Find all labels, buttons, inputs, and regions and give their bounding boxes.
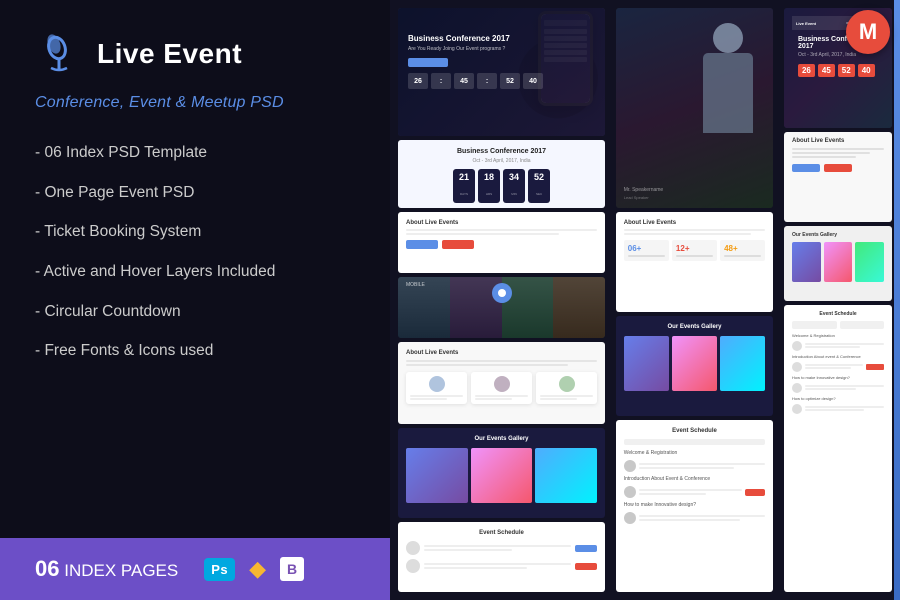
preview-col-2: Mr. Speakername Lead Speaker About Live … (616, 8, 774, 592)
logo-area: Live Event (35, 30, 355, 78)
speaker-card-3 (536, 372, 597, 404)
index-count: 06 INDEX PAGES (35, 556, 178, 582)
col-sep-2 (777, 8, 780, 592)
cd-min: 52 (500, 73, 520, 89)
accent-stripe (894, 0, 900, 600)
screen-about-sm: About Live Events (398, 212, 605, 273)
screen-schedule-2: Event Schedule Welcome & Registration In… (616, 420, 774, 592)
gallery-img-1 (406, 448, 468, 503)
photoshop-icon: Ps (204, 558, 235, 581)
screen-right-about: About Live Events (784, 132, 892, 222)
about-register-btn[interactable] (792, 164, 820, 172)
gallery-img-2 (471, 448, 533, 503)
countdown-row: 26 : 45 : 52 40 (408, 73, 595, 89)
feature-6: - Free Fonts & Icons used (35, 340, 355, 362)
screen-gallery-2: Our Events Gallery (616, 316, 774, 416)
rs-register-btn[interactable] (866, 364, 884, 370)
cd-days: 26 (408, 73, 428, 89)
screen-speakers: About Live Events (398, 342, 605, 425)
cd-hours: 45 (454, 73, 474, 89)
feature-1: - 06 Index PSD Template (35, 142, 355, 164)
screen-gallery: Our Events Gallery (398, 428, 605, 518)
tool-icons: Ps ◆ B (204, 556, 304, 582)
gallery-img-3 (535, 448, 597, 503)
screen-mobile-section: MOBILE (398, 277, 605, 337)
register-btn[interactable] (406, 240, 438, 249)
screen-about-cards: About Live Events 06+ 12+ 48+ (616, 212, 774, 312)
app-title: Live Event (97, 38, 242, 70)
speaker-card-1 (406, 372, 467, 404)
hero-sub-sm: Are You Ready Joing Our Event programs ? (408, 46, 595, 52)
app-subtitle: Conference, Event & Meetup PSD (35, 94, 355, 112)
envato-badge: M (846, 10, 890, 54)
schedule-register-btn[interactable] (745, 489, 765, 496)
feature-4: - Active and Hover Layers Included (35, 261, 355, 283)
bottom-bar: 06 INDEX PAGES Ps ◆ B (0, 538, 390, 600)
cd-sep: : (431, 73, 451, 89)
rg-img-1 (792, 242, 821, 282)
envato-icon: M (859, 21, 877, 43)
feature-5: - Circular Countdown (35, 301, 355, 323)
about-title-sm: About Live Events (406, 220, 597, 226)
rg-img-3 (855, 242, 884, 282)
mobile-indicator (492, 283, 512, 303)
conf-title-sm: Business Conference 2017 (406, 148, 597, 155)
schedule-btn-2[interactable] (575, 563, 597, 570)
col-sep-1 (609, 8, 612, 592)
features-list: - 06 Index PSD Template - One Page Event… (35, 142, 355, 362)
gallery-grid (406, 448, 597, 503)
sketch-icon: ◆ (249, 556, 266, 582)
preview-col-1: Live Events Business Conference 2017 Are… (398, 8, 605, 592)
about-tickets-btn[interactable] (824, 164, 852, 172)
feature-3: - Ticket Booking System (35, 221, 355, 243)
preview-col-3: Live Event Business Conference 2017 Oct … (784, 8, 892, 592)
screen-countdown: Business Conference 2017 Oct - 3rd April… (398, 140, 605, 208)
schedule-btn-1[interactable] (575, 545, 597, 552)
rg-img-2 (824, 242, 853, 282)
conf-date-sm: Oct - 3rd April, 2017, India (406, 158, 597, 164)
speaker-card-2 (471, 372, 532, 404)
right-panel: M Live Events Business Confere (390, 0, 900, 600)
screen-conf-photo: Mr. Speakername Lead Speaker (616, 8, 774, 208)
screen-right-gallery: Our Events Gallery (784, 226, 892, 301)
right-countdown: 26 45 52 40 (798, 64, 878, 77)
screen-right-schedule: Event Schedule Welcome & Registration In… (784, 305, 892, 592)
cd-sep2: : (477, 73, 497, 89)
screen-hero: Live Events Business Conference 2017 Are… (398, 8, 605, 136)
microphone-icon (35, 30, 83, 78)
gallery-title: Our Events Gallery (406, 436, 597, 442)
left-panel: Live Event Conference, Event & Meetup PS… (0, 0, 390, 600)
hero-cta-btn (408, 58, 448, 67)
hero-title-sm: Business Conference 2017 (408, 34, 595, 43)
bootstrap-icon: B (280, 557, 304, 581)
cd-sec: 40 (523, 73, 543, 89)
feature-2: - One Page Event PSD (35, 182, 355, 204)
screen-schedule: Event Schedule (398, 522, 605, 592)
conf-countdown: 21 DAYS 18 HRS 34 MIN 52 SEC (406, 169, 597, 203)
buy-btn[interactable] (442, 240, 474, 249)
